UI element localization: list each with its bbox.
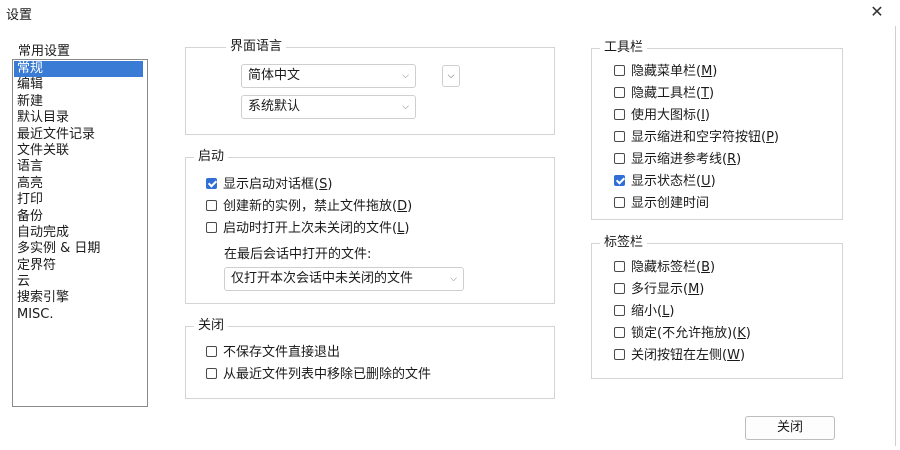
- checkbox[interactable]: [614, 153, 625, 164]
- checkbox[interactable]: [614, 349, 625, 360]
- list-item[interactable]: 搜索引擎: [13, 290, 147, 306]
- startup-option[interactable]: 创建新的实例，禁止文件拖放(D): [206, 196, 412, 218]
- checkbox[interactable]: [206, 178, 217, 189]
- toolbar-option[interactable]: 显示状态栏(U): [614, 171, 779, 193]
- tabbar-option[interactable]: 缩小(L): [614, 301, 751, 323]
- checkbox[interactable]: [614, 175, 625, 186]
- language-select[interactable]: 简体中文 ⌵: [241, 64, 416, 88]
- checkbox[interactable]: [614, 87, 625, 98]
- close-group-legend: 关闭: [194, 318, 229, 334]
- language-dropdown-button[interactable]: ⌵: [442, 65, 460, 87]
- list-item[interactable]: 新建: [13, 94, 147, 110]
- category-list[interactable]: 常规 编辑 新建 默认目录 最近文件记录 文件关联 语言 高亮 打印 备份 自动…: [12, 59, 148, 407]
- list-item[interactable]: 编辑: [13, 77, 147, 93]
- startup-group: 启动 显示启动对话框(S) 创建新的实例，禁止文件拖放(D) 启动时打开上次未关…: [185, 149, 555, 304]
- checkbox[interactable]: [614, 261, 625, 272]
- tabbar-option[interactable]: 关闭按钮在左侧(W): [614, 345, 751, 367]
- checkbox[interactable]: [206, 200, 217, 211]
- last-session-select-value: 仅打开本次会话中未关闭的文件: [231, 271, 414, 286]
- checkbox[interactable]: [206, 222, 217, 233]
- toolbar-group: 工具栏 隐藏菜单栏(M) 隐藏工具栏(T) 使用大图标(I) 显示缩进和空字符按…: [591, 40, 843, 220]
- tabbar-option[interactable]: 多行显示(M): [614, 279, 751, 301]
- list-item[interactable]: 文件关联: [13, 143, 147, 159]
- last-session-select[interactable]: 仅打开本次会话中未关闭的文件 ⌵: [224, 267, 464, 291]
- chevron-down-icon: ⌵: [402, 102, 409, 112]
- tabbar-option[interactable]: 隐藏标签栏(B): [614, 257, 751, 279]
- list-item[interactable]: 最近文件记录: [13, 127, 147, 143]
- list-item[interactable]: 常规: [14, 61, 143, 78]
- toolbar-option[interactable]: 隐藏工具栏(T): [614, 83, 779, 105]
- close-option[interactable]: 不保存文件直接退出: [206, 342, 431, 364]
- sidebar-heading: 常用设置: [18, 44, 71, 59]
- checkbox[interactable]: [206, 368, 217, 379]
- list-item[interactable]: 备份: [13, 209, 147, 225]
- checkbox[interactable]: [614, 131, 625, 142]
- toolbar-option[interactable]: 显示缩进和空字符按钮(P): [614, 127, 779, 149]
- startup-group-legend: 启动: [194, 149, 229, 165]
- region-select[interactable]: 系统默认 ⌵: [241, 95, 416, 119]
- toolbar-option[interactable]: 隐藏菜单栏(M): [614, 61, 779, 83]
- chevron-down-icon: ⌵: [447, 71, 455, 81]
- tabbar-group-legend: 标签栏: [600, 235, 648, 251]
- tabbar-option[interactable]: 锁定(不允许拖放)(K): [614, 323, 751, 345]
- checkbox[interactable]: [614, 65, 625, 76]
- tabbar-group: 标签栏 隐藏标签栏(B) 多行显示(M) 缩小(L) 锁定(不允许拖放)(K) …: [591, 235, 843, 379]
- checkbox[interactable]: [614, 327, 625, 338]
- list-item[interactable]: 多实例 & 日期: [13, 241, 147, 257]
- checkbox[interactable]: [614, 305, 625, 316]
- checkbox[interactable]: [614, 197, 625, 208]
- close-group: 关闭 不保存文件直接退出 从最近文件列表中移除已删除的文件: [185, 318, 555, 399]
- language-group-legend: 界面语言: [226, 39, 287, 55]
- list-item[interactable]: 默认目录: [13, 110, 147, 126]
- close-option[interactable]: 从最近文件列表中移除已删除的文件: [206, 364, 431, 386]
- window-edge: [895, 26, 896, 446]
- chevron-down-icon: ⌵: [450, 274, 457, 284]
- checkbox[interactable]: [614, 109, 625, 120]
- list-item[interactable]: 定界符: [13, 258, 147, 274]
- close-button[interactable]: 关闭: [745, 416, 835, 440]
- list-item[interactable]: 高亮: [13, 176, 147, 192]
- region-select-value: 系统默认: [248, 99, 301, 114]
- list-item[interactable]: 打印: [13, 192, 147, 208]
- toolbar-option[interactable]: 使用大图标(I): [614, 105, 779, 127]
- list-item[interactable]: 自动完成: [13, 225, 147, 241]
- list-item[interactable]: 语言: [13, 159, 147, 175]
- toolbar-option[interactable]: 显示创建时间: [614, 193, 779, 215]
- last-session-label: 在最后会话中打开的文件:: [224, 247, 372, 262]
- list-item[interactable]: 云: [13, 274, 147, 290]
- language-select-value: 简体中文: [248, 68, 301, 83]
- window-title: 设置: [6, 8, 33, 23]
- toolbar-option[interactable]: 显示缩进参考线(R): [614, 149, 779, 171]
- close-icon[interactable]: ✕: [866, 2, 888, 22]
- language-group: 界面语言 简体中文 ⌵ ⌵ 系统默认 ⌵: [185, 39, 555, 135]
- checkbox[interactable]: [206, 346, 217, 357]
- chevron-down-icon: ⌵: [402, 71, 409, 81]
- list-item[interactable]: MISC.: [13, 307, 147, 323]
- toolbar-group-legend: 工具栏: [600, 40, 648, 56]
- checkbox[interactable]: [614, 283, 625, 294]
- startup-option[interactable]: 启动时打开上次未关闭的文件(L): [206, 218, 412, 240]
- startup-option[interactable]: 显示启动对话框(S): [206, 174, 412, 196]
